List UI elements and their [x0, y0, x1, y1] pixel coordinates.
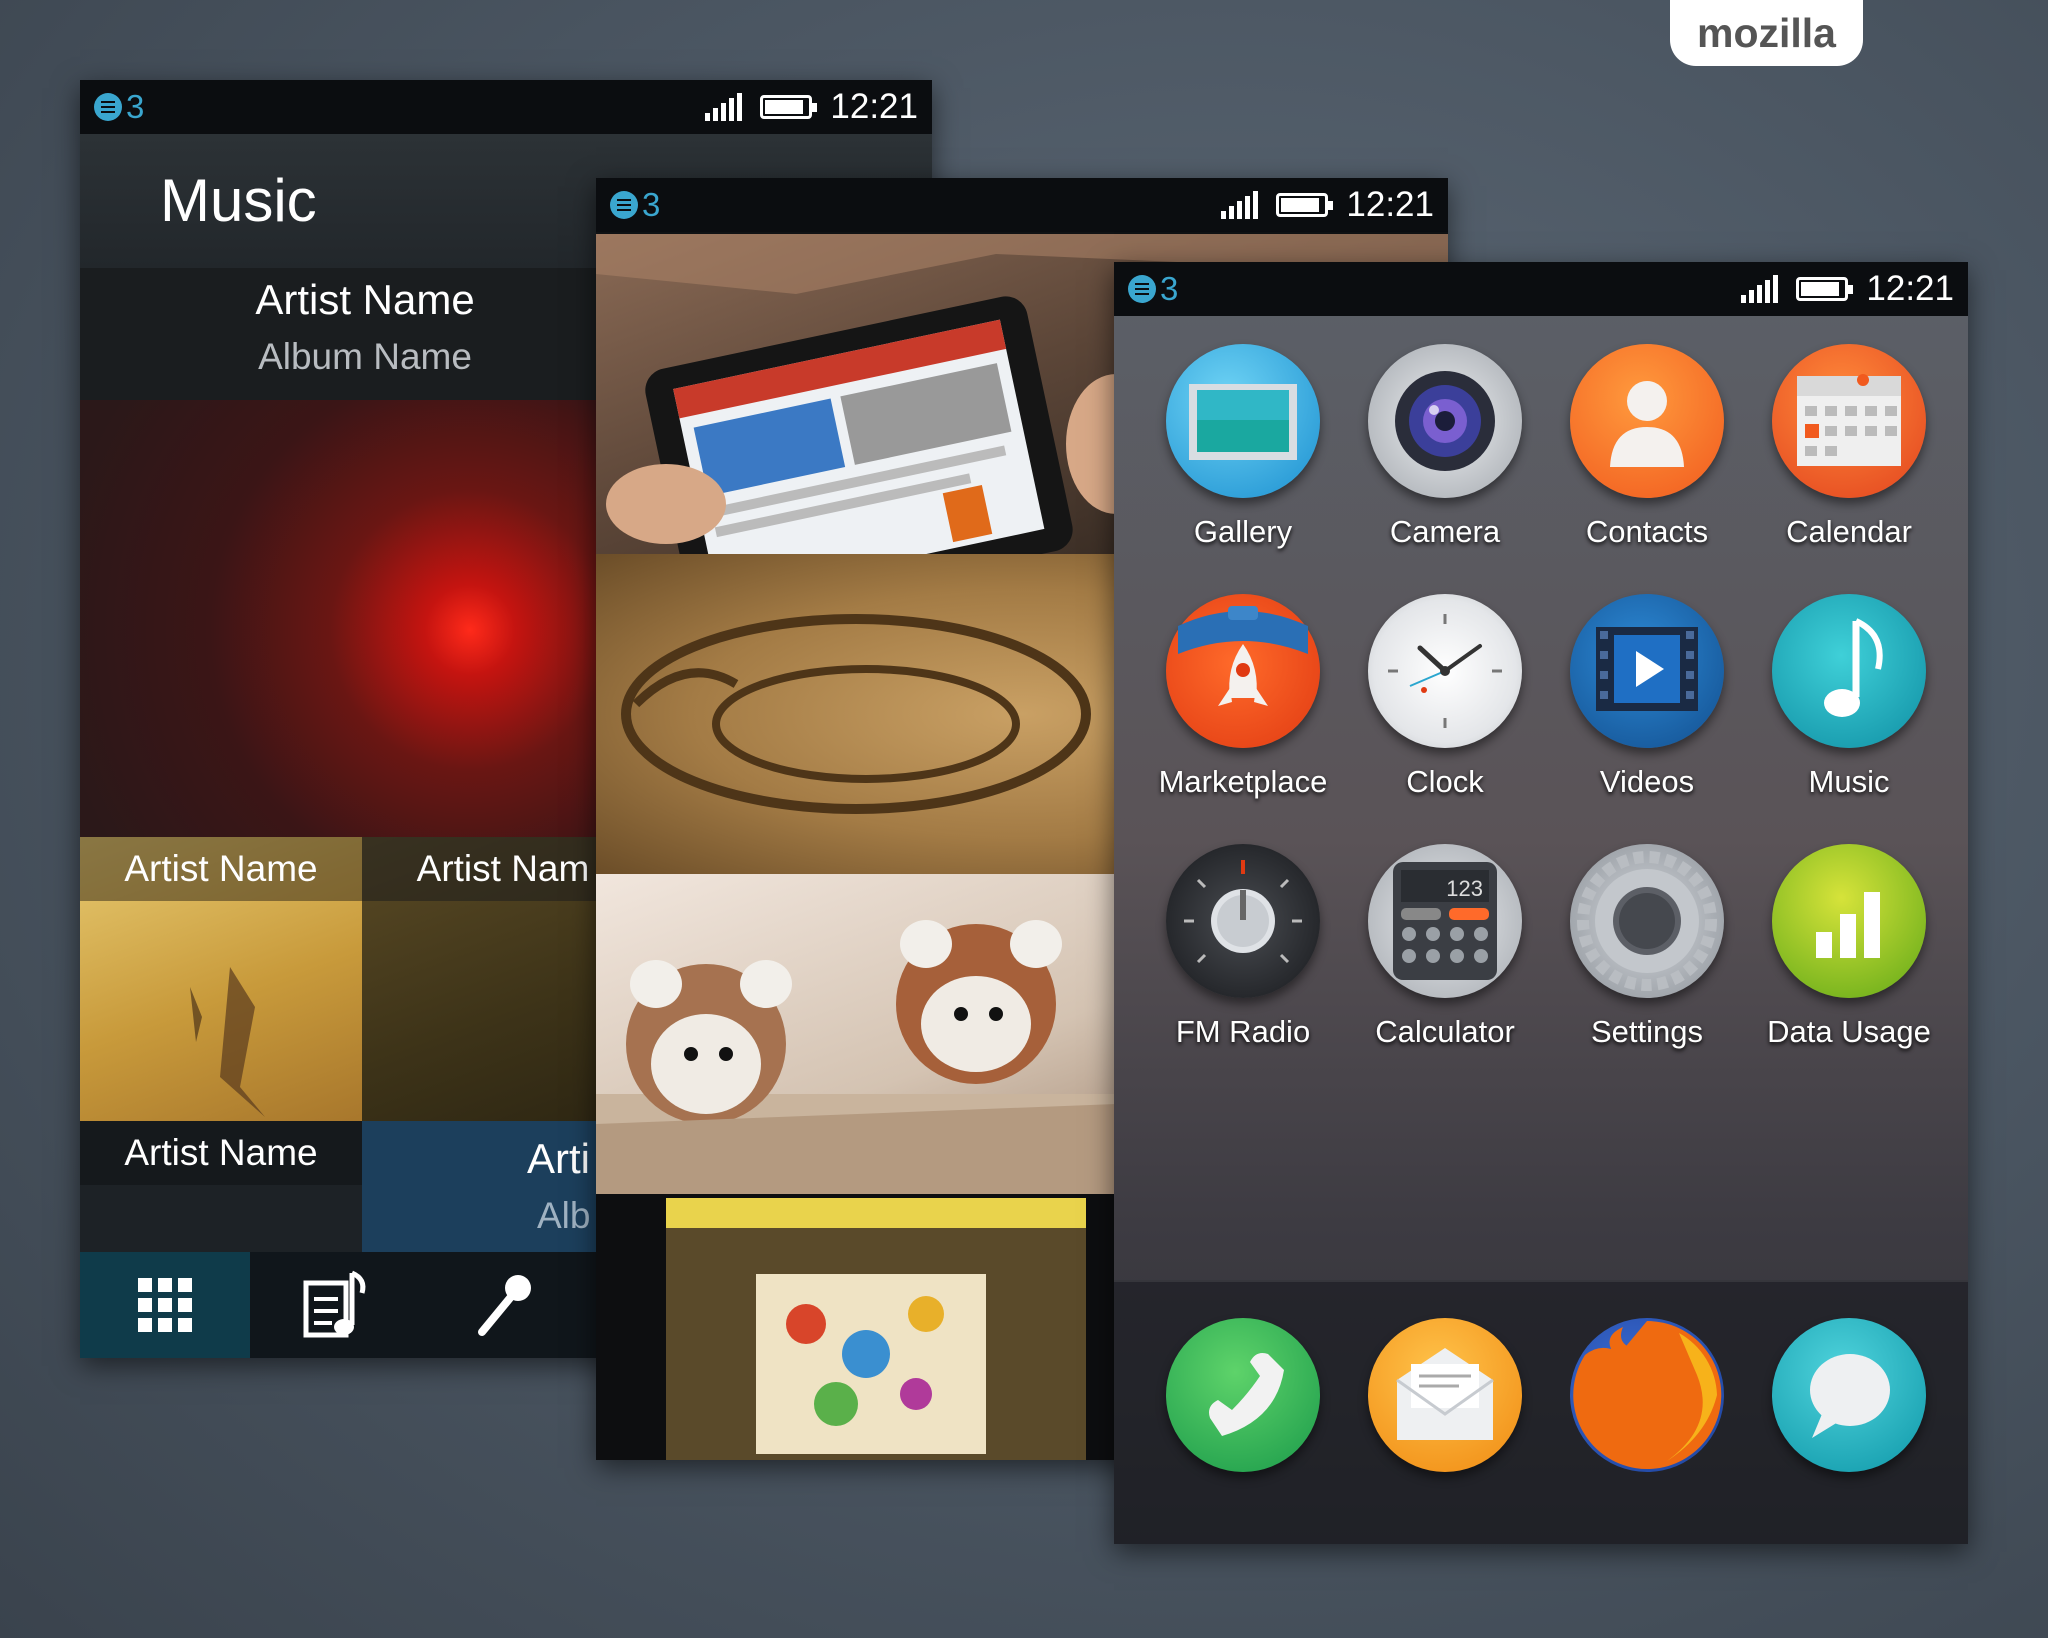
battery-icon [1276, 193, 1334, 217]
app-music[interactable]: Music [1749, 594, 1949, 800]
grid-icon [138, 1278, 192, 1332]
tab-artists[interactable] [420, 1252, 590, 1358]
now-playing-album: Album Name [258, 336, 472, 377]
music-icon [1772, 594, 1926, 748]
browser-icon [1570, 1318, 1724, 1472]
messages-icon [1772, 1318, 1926, 1472]
app-data-usage[interactable]: Data Usage [1749, 844, 1949, 1050]
app-label: Gallery [1193, 514, 1293, 549]
marketplace-icon [1166, 594, 1320, 748]
app-camera[interactable]: Camera [1345, 344, 1545, 550]
signal-icon [1221, 191, 1259, 219]
app-clock[interactable]: Clock [1345, 594, 1545, 800]
email-icon [1368, 1318, 1522, 1472]
notification-count: 3 [126, 88, 145, 125]
notification-icon [1128, 275, 1156, 303]
app-gallery[interactable]: Gallery [1143, 344, 1343, 550]
app-marketplace[interactable]: Marketplace [1143, 594, 1343, 800]
app-contacts[interactable]: Contacts [1547, 344, 1747, 550]
app-calculator[interactable]: 123 Calculator [1345, 844, 1545, 1050]
clock-time: 12:21 [830, 87, 918, 126]
app-videos[interactable]: Videos [1547, 594, 1747, 800]
notification-indicator[interactable]: 3 [94, 88, 144, 126]
calendar-icon [1772, 344, 1926, 498]
app-label: Marketplace [1158, 764, 1328, 799]
calculator-icon: 123 [1368, 844, 1522, 998]
app-label: Calculator [1375, 1014, 1515, 1049]
page-title: Music [160, 167, 317, 234]
app-dock [1114, 1280, 1968, 1544]
settings-icon [1570, 844, 1724, 998]
dock-browser[interactable] [1547, 1318, 1747, 1472]
data-usage-icon [1772, 844, 1926, 998]
app-label: FM Radio [1175, 1014, 1311, 1049]
app-calendar[interactable]: Calendar [1749, 344, 1949, 550]
microphone-icon [478, 1275, 531, 1336]
tab-albums[interactable] [80, 1252, 250, 1358]
app-label: Data Usage [1767, 1014, 1931, 1049]
signal-icon [1741, 275, 1779, 303]
status-bar: 3 12:21 [80, 80, 932, 134]
app-label: Videos [1599, 764, 1695, 799]
tile-album: Alb [537, 1195, 591, 1236]
clock-time: 12:21 [1346, 185, 1434, 224]
battery-icon [760, 95, 818, 119]
app-label: Music [1808, 764, 1890, 799]
tab-playlists[interactable] [250, 1252, 420, 1358]
dock-messages[interactable] [1749, 1318, 1949, 1472]
status-bar: 3 12:21 [596, 178, 1448, 232]
notification-count: 3 [1160, 270, 1179, 307]
notification-indicator[interactable]: 3 [1128, 270, 1178, 308]
app-label: Clock [1406, 764, 1484, 799]
album-tile[interactable]: Artist Name [80, 1121, 362, 1252]
dock-email[interactable] [1345, 1318, 1545, 1472]
battery-icon [1796, 277, 1854, 301]
status-bar: 3 12:21 [1114, 262, 1968, 316]
notification-indicator[interactable]: 3 [610, 186, 660, 224]
signal-icon [705, 93, 743, 121]
home-screen: 3 12:21 Gallery Camera Contacts Calendar [1114, 262, 1968, 1544]
app-label: Camera [1389, 514, 1501, 549]
app-label: Calendar [1786, 514, 1912, 549]
videos-icon [1570, 594, 1724, 748]
mozilla-brand-tab: mozilla [1670, 0, 1863, 66]
notification-count: 3 [642, 186, 661, 223]
album-tile[interactable]: Artist Name [80, 837, 362, 1121]
calculator-display: 123 [1446, 876, 1483, 901]
now-playing-artist: Artist Name [255, 276, 475, 323]
clock-time: 12:21 [1866, 269, 1954, 308]
album-art-thumb [190, 967, 265, 1117]
dock-phone[interactable] [1143, 1318, 1343, 1472]
phone-icon [1166, 1318, 1320, 1472]
app-label: Settings [1590, 1014, 1703, 1049]
playlist-icon [303, 1270, 366, 1338]
app-label: Contacts [1585, 514, 1709, 549]
camera-icon [1368, 344, 1522, 498]
contacts-icon [1570, 344, 1724, 498]
app-settings[interactable]: Settings [1547, 844, 1747, 1050]
notification-icon [610, 191, 638, 219]
clock-icon [1368, 594, 1522, 748]
brand-label: mozilla [1697, 9, 1836, 56]
app-fm-radio[interactable]: FM Radio [1143, 844, 1343, 1050]
gallery-icon [1166, 344, 1320, 498]
fm-radio-icon [1166, 844, 1320, 998]
notification-icon [94, 93, 122, 121]
tile-artist: Artist Name [80, 1121, 362, 1185]
tile-artist: Arti [527, 1135, 590, 1182]
